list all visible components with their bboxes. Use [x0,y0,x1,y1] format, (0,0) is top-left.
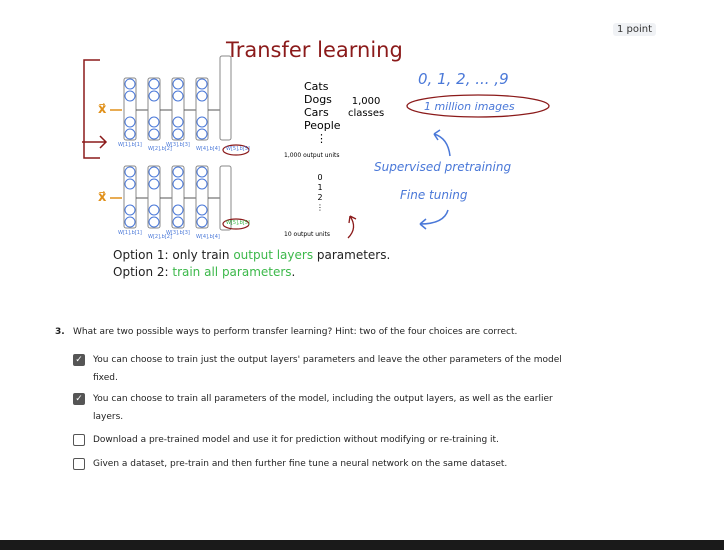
option2-text: Option 2: [113,265,173,279]
weight-label: W[1],b[1] [118,142,142,148]
neuron [172,116,184,128]
neuron [148,90,160,102]
option-1[interactable]: ✓ You can choose to train just the output… [73,351,573,387]
weight-label: W[3],b[3] [166,142,190,148]
red-arrow [82,135,108,149]
class-count: 1,000 classes [348,96,384,120]
neuron [124,166,136,178]
weight-label: W[4],b[4] [196,234,220,240]
class-label: 0 [317,173,323,182]
neuron [196,90,208,102]
option-label: You can choose to train just the output … [93,355,562,383]
neuron [196,128,208,140]
option-label: You can choose to train all parameters o… [93,394,553,422]
neuron [148,166,160,178]
class-label: Dogs [304,93,332,106]
neuron [124,216,136,228]
neuron [196,116,208,128]
neuron [124,178,136,190]
checkbox[interactable] [73,458,85,470]
neuron [148,216,160,228]
input-x-bottom: x⃗ [98,190,107,205]
option2-line: Option 2: train all parameters. [113,265,295,279]
option1-text: Option 1: only train [113,248,234,262]
neuron [148,78,160,90]
neuron [172,128,184,140]
weight-label: W[1],b[1] [118,230,142,236]
option-3[interactable]: Download a pre-trained model and use it … [73,431,573,449]
neuron [148,204,160,216]
neuron [172,178,184,190]
neuron [124,204,136,216]
output-weight-label: W[5],b[5] [226,146,250,152]
neuron [172,90,184,102]
class-count-number: 1,000 [351,96,381,107]
option2-end: . [291,265,296,279]
neuron [148,116,160,128]
option1-highlight: output layers [233,248,314,262]
neuron [196,166,208,178]
neuron [124,90,136,102]
bottom-bar [0,540,724,550]
lecture-slide-image: Transfer learning x⃗ x⃗ Cats Dogs Cars P… [78,38,563,286]
output-units-top: 1,000 output units [284,152,340,159]
neuron [124,78,136,90]
down-arrow [419,209,449,230]
neuron [172,216,184,228]
neuron [172,166,184,178]
million-images-label: 1 million images [424,100,515,113]
output-weight-label: W[5],b[5] [226,220,250,226]
option-label: Download a pre-trained model and use it … [93,435,499,445]
points-badge: 1 point [613,23,657,36]
up-arrow [433,129,451,157]
neuron [196,78,208,90]
question-text: What are two possible ways to perform tr… [73,327,518,337]
option-4[interactable]: Given a dataset, pre-train and then furt… [73,455,573,473]
output-layer-box [219,55,232,141]
neuron [124,116,136,128]
option-2[interactable]: ✓ You can choose to train all parameters … [73,390,573,426]
neuron [124,128,136,140]
checkbox-checked[interactable]: ✓ [73,354,85,366]
supervised-pretraining-label: Supervised pretraining [374,160,512,174]
option1-end: parameters. [313,248,391,262]
question-number: 3. [55,327,65,337]
slide-title: Transfer learning [226,38,403,62]
neuron [196,204,208,216]
neuron [196,216,208,228]
checkbox[interactable] [73,434,85,446]
neuron [196,178,208,190]
weight-label: W[3],b[3] [166,230,190,236]
class-label: ⋮ [316,132,327,145]
option2-highlight: train all parameters [172,265,292,279]
neuron [172,78,184,90]
class-label: Cars [304,106,329,119]
class-count-word: classes [348,108,385,119]
class-label: People [304,119,341,132]
digits-label: 0, 1, 2, ... ,9 [418,70,509,88]
neuron [172,204,184,216]
option1-line: Option 1: only train output layers param… [113,248,390,262]
class-list-bottom: 0 1 2 ⋮ [316,173,324,213]
neuron [148,178,160,190]
class-label: ⋮ [316,203,324,212]
red-curve-arrow [347,215,357,239]
class-list-top: Cats Dogs Cars People ⋮ [304,80,341,145]
output-units-bottom: 10 output units [284,231,330,238]
weight-label: W[4],b[4] [196,146,220,152]
class-label: 1 [317,183,323,192]
neuron [148,128,160,140]
class-label: 2 [317,193,323,202]
input-x-top: x⃗ [98,102,107,117]
class-label: Cats [304,80,329,93]
option-label: Given a dataset, pre-train and then furt… [93,459,508,469]
checkbox-checked[interactable]: ✓ [73,393,85,405]
fine-tuning-label: Fine tuning [400,188,468,202]
